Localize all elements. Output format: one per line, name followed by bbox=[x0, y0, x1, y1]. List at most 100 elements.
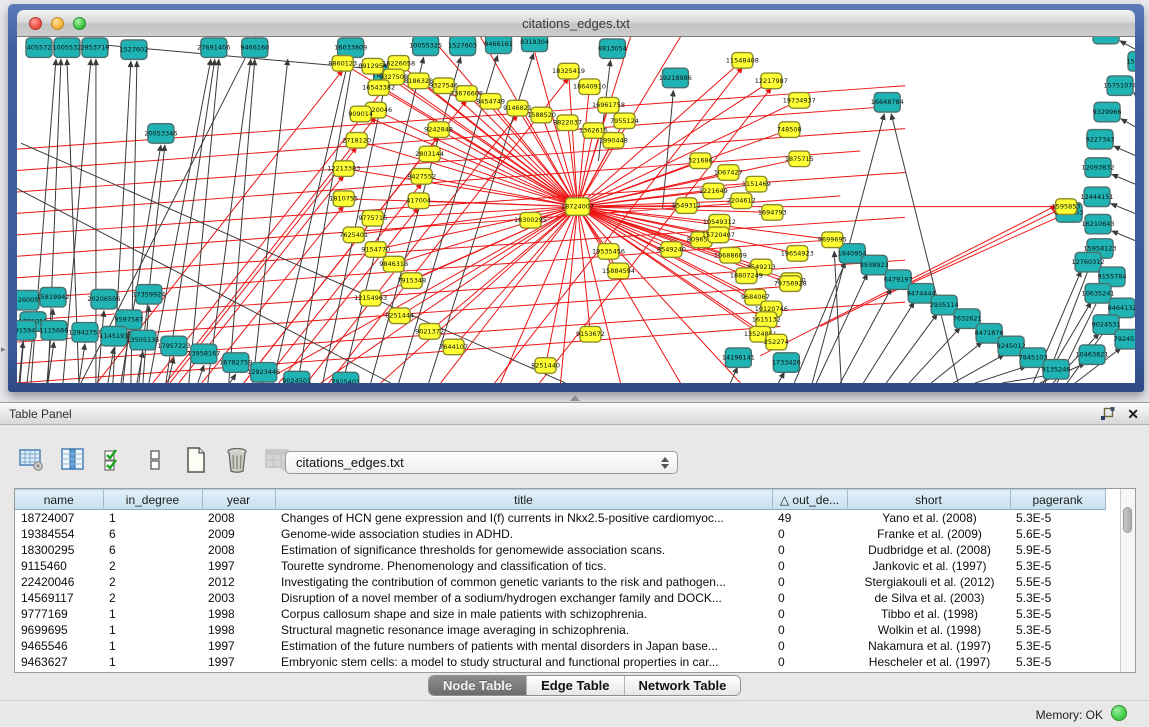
node-yellow[interactable]: 18300295 bbox=[514, 212, 547, 228]
citation-edge-red[interactable] bbox=[441, 207, 578, 383]
table-cell[interactable]: Genome-wide association studies in ADHD. bbox=[275, 526, 772, 542]
node-teal[interactable]: 2853719 bbox=[80, 38, 109, 57]
tab-network-table[interactable]: Network Table bbox=[625, 676, 741, 695]
node-teal[interactable]: 9519041 bbox=[1092, 37, 1121, 44]
table-cell[interactable]: 2008 bbox=[202, 542, 275, 558]
node-yellow[interactable]: 9153672 bbox=[576, 326, 605, 342]
panel-splitter-handle[interactable] bbox=[570, 395, 580, 401]
node-teal[interactable]: 9466161 bbox=[484, 37, 513, 54]
node-yellow[interactable]: 7955124 bbox=[610, 113, 639, 129]
node-yellow[interactable]: 8427552 bbox=[407, 169, 436, 185]
table-cell[interactable]: 9115460 bbox=[15, 558, 103, 574]
node-yellow[interactable]: 321686 bbox=[688, 153, 713, 169]
table-cell[interactable]: 0 bbox=[772, 654, 847, 670]
citation-edge-red[interactable] bbox=[561, 207, 578, 383]
node-teal[interactable]: 9135246 bbox=[1042, 360, 1071, 379]
node-yellow[interactable]: 7625401 bbox=[339, 227, 368, 243]
table-cell[interactable]: 5.9E-5 bbox=[1010, 542, 1105, 558]
node-yellow[interactable]: 1990448 bbox=[599, 133, 628, 149]
table-cell[interactable]: Estimation of the future numbers of pati… bbox=[275, 638, 772, 654]
node-yellow[interactable]: 9846318 bbox=[379, 256, 408, 272]
table-cell[interactable]: 1 bbox=[103, 510, 202, 527]
node-yellow[interactable]: 1588520 bbox=[527, 107, 556, 123]
node-yellow[interactable]: 1221649 bbox=[699, 183, 728, 199]
table-cell[interactable]: 0 bbox=[772, 622, 847, 638]
citation-edge-red[interactable] bbox=[381, 207, 578, 383]
citation-edge-black[interactable] bbox=[1111, 204, 1135, 219]
node-teal[interactable]: 12444151 bbox=[1081, 187, 1114, 206]
table-cell[interactable]: 0 bbox=[772, 590, 847, 606]
column-header-0[interactable]: name bbox=[15, 490, 103, 510]
table-cell[interactable]: Structural magnetic resonance image aver… bbox=[275, 622, 772, 638]
table-cell[interactable]: 9699695 bbox=[15, 622, 103, 638]
citation-edge-black[interactable] bbox=[816, 274, 867, 383]
memory-status-icon[interactable] bbox=[1111, 705, 1127, 721]
table-cell[interactable]: 5.3E-5 bbox=[1010, 654, 1105, 670]
table-cell[interactable]: 1998 bbox=[202, 622, 275, 638]
node-teal[interactable]: 15751074 bbox=[1104, 76, 1135, 95]
float-panel-icon[interactable] bbox=[1100, 407, 1115, 422]
node-yellow[interactable]: 748508 bbox=[777, 122, 802, 138]
table-cell[interactable]: 9465546 bbox=[15, 638, 103, 654]
node-teal[interactable]: 8318304 bbox=[520, 37, 549, 52]
checkbox-list-icon[interactable] bbox=[141, 446, 169, 474]
node-yellow[interactable]: 909014 bbox=[348, 106, 373, 122]
node-teal[interactable]: 17957223 bbox=[157, 336, 190, 355]
node-yellow[interactable]: 9775716 bbox=[358, 210, 387, 226]
node-yellow[interactable]: 8549240 bbox=[657, 242, 686, 258]
node-yellow[interactable]: 8822037 bbox=[553, 115, 582, 131]
citation-edge-black[interactable] bbox=[730, 367, 737, 383]
tab-edge-table[interactable]: Edge Table bbox=[527, 676, 624, 695]
table-cell[interactable]: Wolkin et al. (1998) bbox=[847, 622, 1010, 638]
table-cell[interactable]: 0 bbox=[772, 542, 847, 558]
node-teal[interactable]: 10463821 bbox=[1076, 345, 1109, 364]
table-cell[interactable]: 6 bbox=[103, 526, 202, 542]
network-view-window[interactable]: citations_edges.txt 40557210055322853719… bbox=[8, 4, 1144, 392]
node-teal[interactable]: 8813054 bbox=[598, 39, 627, 58]
node-yellow[interactable]: 2803144 bbox=[415, 146, 444, 162]
table-cell[interactable]: 5.3E-5 bbox=[1010, 606, 1105, 622]
node-teal[interactable]: 13958167 bbox=[187, 344, 220, 363]
node-teal[interactable]: 1527602 bbox=[119, 40, 148, 59]
table-cell[interactable]: Yano et al. (2008) bbox=[847, 510, 1010, 527]
node-teal[interactable]: 1145191 bbox=[99, 326, 128, 345]
table-cell[interactable]: 1 bbox=[103, 622, 202, 638]
node-teal[interactable]: 7925401 bbox=[331, 372, 360, 383]
table-cell[interactable]: 18300295 bbox=[15, 542, 103, 558]
citation-edge-black[interactable] bbox=[1112, 231, 1135, 246]
table-row[interactable]: 969969511998Structural magnetic resonanc… bbox=[15, 622, 1105, 638]
table-cell[interactable]: Investigating the contribution of common… bbox=[275, 574, 772, 590]
table-cell[interactable]: 14569117 bbox=[15, 590, 103, 606]
table-cell[interactable]: 1 bbox=[103, 654, 202, 670]
table-cell[interactable]: Estimation of significance thresholds fo… bbox=[275, 542, 772, 558]
node-yellow[interactable]: 15884594 bbox=[602, 263, 635, 279]
window-titlebar[interactable]: citations_edges.txt bbox=[17, 10, 1135, 37]
node-yellow[interactable]: 8251440 bbox=[531, 358, 560, 374]
node-teal[interactable]: 16648784 bbox=[871, 93, 904, 112]
table-cell[interactable]: 0 bbox=[772, 638, 847, 654]
citation-edge-black[interactable] bbox=[1134, 93, 1135, 108]
node-yellow[interactable]: 8251444 bbox=[385, 308, 414, 324]
delete-trash-icon[interactable] bbox=[223, 446, 251, 474]
table-cell[interactable]: 0 bbox=[772, 606, 847, 622]
table-cell[interactable]: de Silva et al. (2003) bbox=[847, 590, 1010, 606]
table-cell[interactable]: 5.3E-5 bbox=[1010, 622, 1105, 638]
citation-edge-black[interactable] bbox=[149, 59, 211, 383]
table-cell[interactable]: 0 bbox=[772, 526, 847, 542]
node-yellow[interactable]: 18640910 bbox=[573, 79, 606, 95]
table-settings-icon[interactable] bbox=[18, 446, 46, 474]
node-teal[interactable]: 16210643 bbox=[1082, 214, 1115, 233]
node-yellow[interactable]: 16961758 bbox=[592, 97, 625, 113]
citation-edge-black[interactable] bbox=[891, 114, 958, 383]
table-scrollbar[interactable] bbox=[1120, 489, 1135, 672]
column-header-6[interactable]: pagerank bbox=[1010, 490, 1105, 510]
node-teal[interactable]: 12942757 bbox=[68, 323, 101, 342]
citation-edge-black[interactable] bbox=[886, 314, 937, 383]
node-yellow[interactable]: 9021372 bbox=[415, 324, 444, 340]
table-row[interactable]: 1830029562008Estimation of significance … bbox=[15, 542, 1105, 558]
node-yellow[interactable]: 1875715 bbox=[785, 151, 814, 167]
node-yellow[interactable]: 8860123 bbox=[328, 56, 357, 72]
table-cell[interactable]: 1997 bbox=[202, 638, 275, 654]
node-teal[interactable]: 20053346 bbox=[144, 124, 177, 143]
table-cell[interactable]: 2 bbox=[103, 590, 202, 606]
